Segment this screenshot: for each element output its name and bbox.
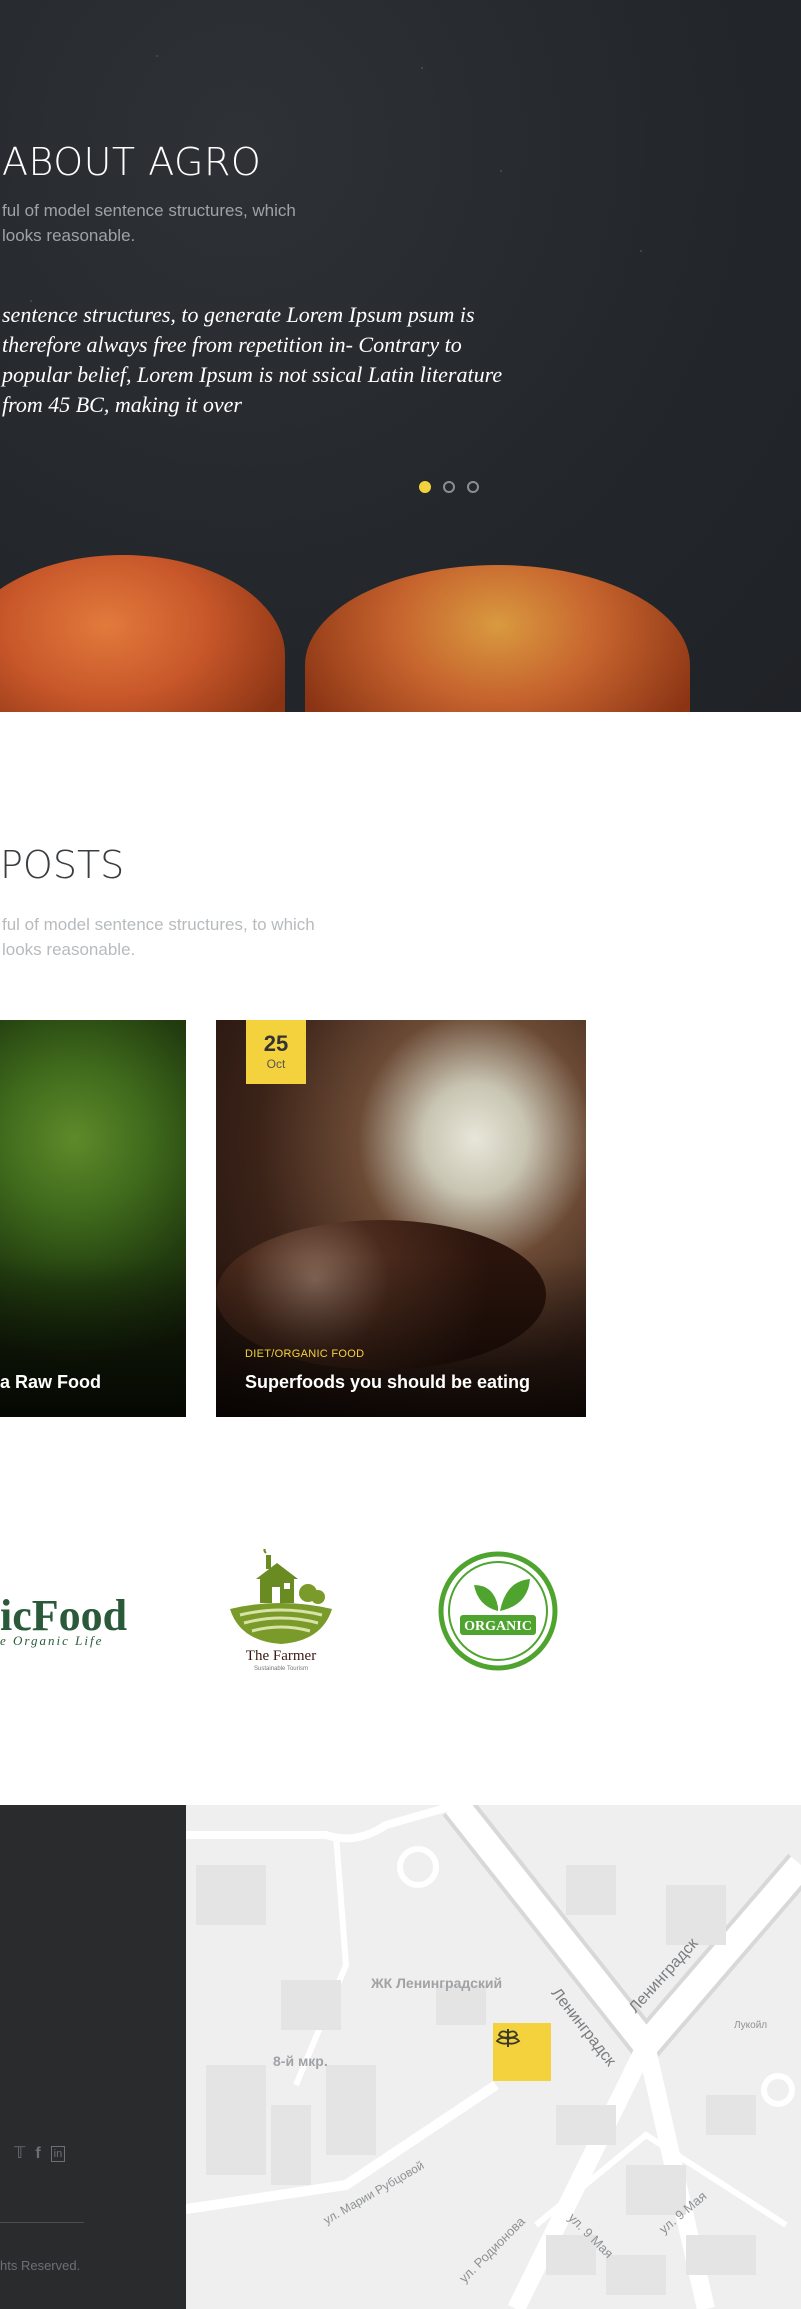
organic-badge-icon: ORGANIC: [438, 1551, 558, 1671]
map-marker[interactable]: [493, 2023, 551, 2081]
post-category[interactable]: DIET/ORGANIC FOOD: [245, 1348, 364, 1360]
slider-dot-2[interactable]: [443, 481, 455, 493]
page: ABOUT AGRO ful of model sentence structu…: [0, 0, 801, 2309]
date-month: Oct: [266, 1057, 286, 1071]
posts-subtitle: ful of model sentence structures, to whi…: [2, 915, 315, 959]
testimonial-quote: sentence structures, to generate Lorem I…: [2, 302, 503, 417]
card-overlay: [216, 1257, 586, 1417]
location-map[interactable]: ЖК Ленинградский 8-й мкр. Ленинградск Ле…: [186, 1805, 801, 2309]
twitter-icon[interactable]: 𝕋: [14, 2145, 25, 2163]
card-overlay: [0, 1257, 186, 1417]
logo-tagline: Sustainable Tourism: [254, 1666, 308, 1672]
social-links: 𝕋 f in: [14, 2145, 66, 2163]
facebook-icon[interactable]: f: [35, 2145, 40, 2163]
slider-dots: [419, 481, 479, 493]
post-title[interactable]: Superfoods you should be eating: [245, 1372, 530, 1393]
about-subtitle: ful of model sentence structures, which …: [2, 201, 296, 245]
posts-title: POSTS: [0, 843, 125, 887]
slider-dot-3[interactable]: [467, 481, 479, 493]
farm-icon: [230, 1549, 332, 1644]
date-badge: 25 Oct: [246, 1020, 306, 1084]
map-label: ЖК Ленинградский: [371, 1975, 503, 1991]
map-label: 8-й мкр.: [273, 2053, 328, 2069]
linkedin-icon[interactable]: in: [50, 2146, 66, 2162]
post-card-raw-food[interactable]: a Raw Food: [0, 1020, 186, 1417]
post-title[interactable]: a Raw Food: [0, 1372, 101, 1393]
about-section: ABOUT AGRO ful of model sentence structu…: [0, 0, 801, 712]
pumpkin-image-right: [305, 565, 690, 712]
slider-dot-1[interactable]: [419, 481, 431, 493]
badge-text: ORGANIC: [464, 1619, 532, 1634]
footer-divider: [0, 2222, 84, 2223]
pumpkin-image-left: [0, 555, 285, 712]
post-card-superfoods[interactable]: 25 Oct DIET/ORGANIC FOOD Superfoods you …: [216, 1020, 586, 1417]
logo-name: The Farmer: [245, 1648, 317, 1664]
about-title: ABOUT AGRO: [2, 140, 262, 184]
wheat-icon: [495, 2029, 521, 2047]
logo-tagline: e Organic Life: [0, 1633, 104, 1648]
copyright-text: hts Reserved.: [0, 2258, 81, 2273]
footer-panel: [0, 1805, 186, 2309]
map-label: Лукойл: [734, 2020, 768, 2031]
date-day: 25: [263, 1031, 289, 1056]
